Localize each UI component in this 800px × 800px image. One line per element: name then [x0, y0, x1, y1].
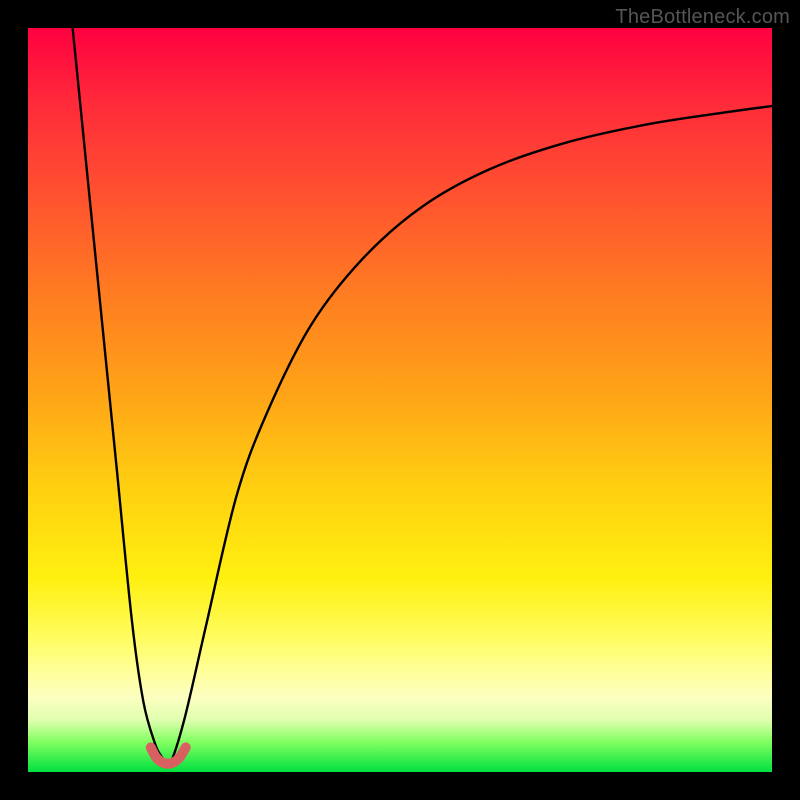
plot-area: [28, 28, 772, 772]
bottleneck-curve: [73, 28, 772, 767]
curve-layer: [28, 28, 772, 772]
minimum-marker: [151, 747, 186, 763]
chart-frame: TheBottleneck.com: [0, 0, 800, 800]
watermark-text: TheBottleneck.com: [615, 6, 790, 29]
